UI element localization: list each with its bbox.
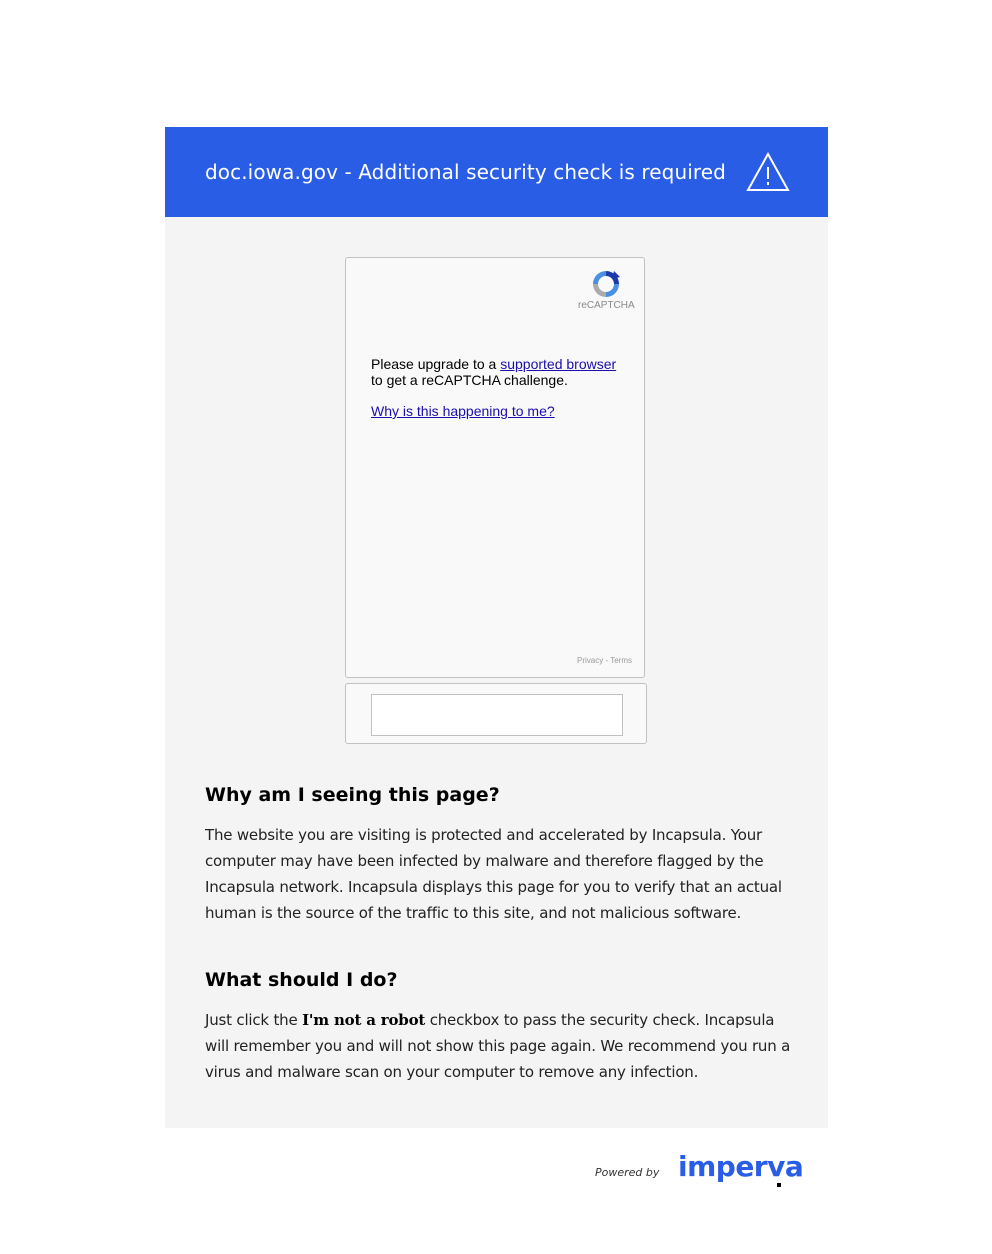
recaptcha-response-box: [345, 683, 647, 744]
supported-browser-link[interactable]: supported browser: [500, 356, 616, 372]
powered-by-text: Powered by: [595, 1166, 660, 1179]
recaptcha-response-field[interactable]: [371, 694, 623, 736]
what-heading: What should I do?: [205, 969, 398, 991]
recaptcha-footer: Privacy - Terms: [577, 656, 632, 665]
what-section: What should I do? Just click the I'm not…: [205, 969, 795, 1085]
terms-link[interactable]: Terms: [610, 656, 632, 665]
recaptcha-icon: [593, 271, 620, 297]
security-check-card: doc.iowa.gov - Additional security check…: [165, 127, 828, 1128]
privacy-link[interactable]: Privacy: [577, 656, 603, 665]
why-body: The website you are visiting is protecte…: [205, 826, 782, 922]
upgrade-message: Please upgrade to a supported browser to…: [371, 356, 631, 388]
why-section: Why am I seeing this page? The website y…: [205, 784, 795, 926]
what-body-prefix: Just click the: [205, 1011, 303, 1029]
recaptcha-brand: reCAPTCHA: [578, 300, 635, 311]
not-a-robot-text: I'm not a robot: [302, 1011, 426, 1029]
header-banner: doc.iowa.gov - Additional security check…: [165, 127, 828, 217]
recaptcha-logo: reCAPTCHA: [578, 268, 635, 311]
what-body: Just click the I'm not a robot checkbox …: [205, 1007, 795, 1085]
upgrade-message-prefix: Please upgrade to a: [371, 356, 501, 372]
warning-triangle-icon: [746, 152, 790, 191]
upgrade-message-suffix: to get a reCAPTCHA challenge.: [371, 372, 568, 388]
page-title: doc.iowa.gov - Additional security check…: [205, 160, 726, 184]
imperva-logo-dot: [777, 1183, 781, 1187]
why-happening-link[interactable]: Why is this happening to me?: [371, 403, 555, 419]
imperva-logo[interactable]: imperva: [678, 1150, 804, 1183]
why-heading: Why am I seeing this page?: [205, 784, 500, 806]
recaptcha-frame: reCAPTCHA Please upgrade to a supported …: [345, 257, 645, 678]
